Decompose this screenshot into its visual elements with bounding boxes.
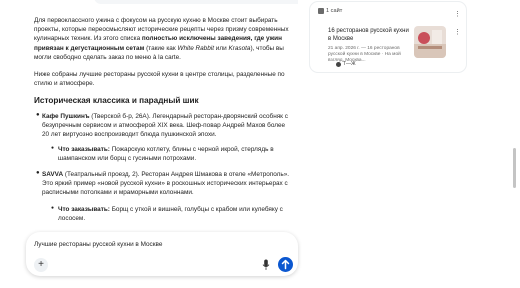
intro-italic-2: Krasota (228, 44, 251, 52)
add-icon[interactable]: + (34, 258, 48, 272)
sub-bullet-dot: ● (51, 145, 55, 151)
scrollbar-thumb[interactable] (513, 148, 516, 188)
order-item: Что заказывать: Пожарскую котлету, блины… (58, 145, 296, 163)
source-snippet: 21 апр. 2026 г. — 16 ресторанов русской … (328, 46, 401, 63)
source-title[interactable]: 16 ресторанов русской кухни в Москве (328, 28, 410, 43)
list-item: SAVVA (Театральный проезд, 2). Ресторан … (42, 170, 292, 198)
top-fade (94, 0, 298, 4)
source-menu-icon[interactable]: ⋮ (454, 28, 461, 36)
bullet-dot: ● (36, 170, 40, 176)
sources-count[interactable]: 1 сайт (326, 8, 342, 14)
restaurant-desc: (Театральный проезд, 2). Ресторан Андрея… (42, 171, 290, 197)
intro-text-2: (такие как (146, 44, 176, 52)
order-item: Что заказывать: Борщ с уткой и вишней, г… (58, 205, 296, 223)
favicon (336, 62, 341, 67)
prompt-composer[interactable]: Лучшие рестораны русской кухни в Москве … (26, 232, 298, 276)
intro-paragraph: Для первоклассного ужина с фокусом на ру… (34, 16, 292, 62)
sub-bullet-dot: ● (51, 205, 55, 211)
mic-icon[interactable] (262, 259, 270, 271)
source-thumbnail[interactable] (414, 26, 446, 58)
prompt-input[interactable]: Лучшие рестораны русской кухни в Москве (34, 241, 162, 248)
more-options-icon[interactable]: ⋮ (454, 10, 461, 18)
intro-paragraph-2: Ниже собраны лучшие рестораны русской ку… (34, 71, 285, 88)
send-arrow-icon (281, 259, 290, 270)
list-item: Кафе Пушкинъ (Тверской б-р, 26А). Легенд… (42, 112, 292, 140)
intro-italic-1: White Rabbit (177, 44, 214, 52)
source-site: Т—Ж (343, 61, 356, 67)
bullet-dot: ● (36, 112, 40, 118)
sources-card[interactable]: 1 сайт ⋮ 16 ресторанов русской кухни в М… (310, 2, 466, 72)
restaurant-name: SAVVA (42, 171, 64, 178)
intro-text-3: или (215, 44, 227, 52)
sources-icon (318, 8, 324, 14)
order-label: Что заказывать: (58, 206, 110, 213)
restaurant-name: Кафе Пушкинъ (42, 113, 90, 120)
section-heading: Историческая классика и парадный шик (34, 96, 199, 105)
send-button[interactable] (278, 257, 293, 272)
order-label: Что заказывать: (58, 146, 110, 153)
scrollbar[interactable] (512, 0, 518, 288)
